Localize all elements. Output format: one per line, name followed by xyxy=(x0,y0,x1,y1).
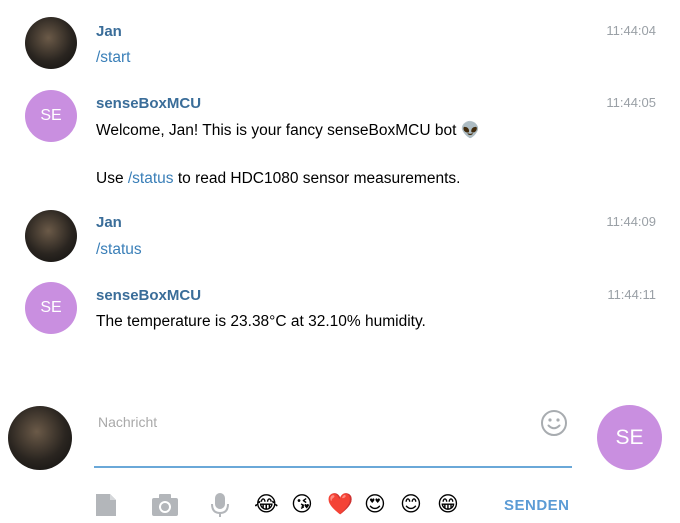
sender-name[interactable]: senseBoxMCU xyxy=(96,287,201,304)
command-link[interactable]: /start xyxy=(96,49,130,66)
attach-file-icon[interactable] xyxy=(94,492,118,523)
message-text: Welcome, Jan! This is your fancy senseBo… xyxy=(96,121,480,140)
message-text: /start xyxy=(96,49,130,67)
bot-avatar-large[interactable]: SE xyxy=(597,405,662,470)
message-time: 11:44:04 xyxy=(606,23,656,38)
emoji-heart[interactable]: ❤️ xyxy=(327,492,353,518)
emoji-kiss[interactable]: 😘 xyxy=(291,492,313,518)
microphone-icon[interactable] xyxy=(209,492,231,523)
message-text-part: to read HDC1080 sensor measurements. xyxy=(173,170,461,187)
sender-name[interactable]: senseBoxMCU xyxy=(96,95,201,112)
message-text-part: Use xyxy=(96,170,128,187)
message-time: 11:44:05 xyxy=(606,95,656,110)
alien-emoji-icon: 👽 xyxy=(460,122,480,139)
user-avatar[interactable] xyxy=(25,210,77,262)
emoji-grin[interactable]: 😁 xyxy=(437,492,459,518)
bot-avatar[interactable]: SE xyxy=(25,282,77,334)
message-time: 11:44:11 xyxy=(607,287,656,302)
emoji-tears-of-joy[interactable]: 😂 xyxy=(254,492,279,518)
emoji-picker-icon[interactable] xyxy=(540,409,568,437)
message-input[interactable] xyxy=(94,404,572,468)
emoji-smile[interactable]: 😊 xyxy=(400,492,422,518)
sender-name[interactable]: Jan xyxy=(96,214,122,231)
camera-icon[interactable] xyxy=(151,492,179,523)
sender-name[interactable]: Jan xyxy=(96,23,122,40)
current-user-avatar[interactable] xyxy=(8,406,72,470)
message-text: Use /status to read HDC1080 sensor measu… xyxy=(96,170,460,188)
bot-avatar[interactable]: SE xyxy=(25,90,77,142)
command-link[interactable]: /status xyxy=(96,241,142,258)
command-link[interactable]: /status xyxy=(128,170,174,187)
user-avatar[interactable] xyxy=(25,17,77,69)
message-time: 11:44:09 xyxy=(606,214,656,229)
message-text: /status xyxy=(96,241,142,259)
message-text-part: Welcome, Jan! This is your fancy senseBo… xyxy=(96,122,461,139)
emoji-heart-eyes[interactable]: 😍 xyxy=(364,492,386,518)
message-text: The temperature is 23.38°C at 32.10% hum… xyxy=(96,313,426,330)
send-button[interactable]: SENDEN xyxy=(504,497,570,514)
